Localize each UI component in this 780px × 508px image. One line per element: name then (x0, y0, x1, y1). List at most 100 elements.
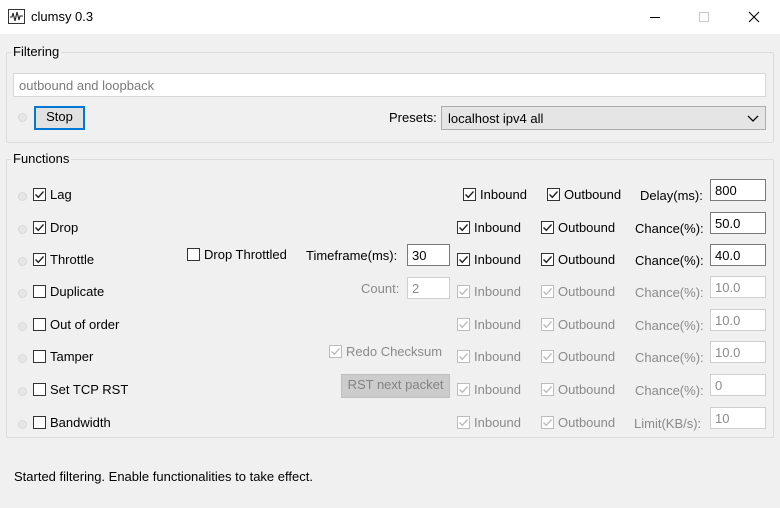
param-input[interactable]: 800 (710, 179, 766, 201)
outbound-label: Outbound (558, 220, 616, 235)
rst-next-packet-button[interactable]: RST next packet (341, 374, 450, 398)
function-enable-checkbox[interactable] (33, 188, 46, 201)
drop-throttled-label: Drop Throttled (204, 247, 287, 262)
filtering-group-title: Filtering (11, 44, 62, 59)
redo-checksum-checkbox[interactable] (329, 345, 342, 358)
checkmark-icon (459, 288, 469, 296)
close-icon (748, 11, 760, 23)
inbound-checkbox[interactable] (457, 318, 470, 331)
count-label: Count: (361, 281, 400, 296)
inbound-label: Inbound (480, 187, 527, 202)
inbound-checkbox[interactable] (457, 350, 470, 363)
close-button[interactable] (731, 0, 777, 34)
outbound-checkbox[interactable] (541, 318, 554, 331)
function-enable-checkbox[interactable] (33, 285, 46, 298)
inbound-checkbox[interactable] (457, 285, 470, 298)
inbound-checkbox[interactable] (463, 188, 476, 201)
function-indicator (18, 289, 27, 298)
checkmark-icon (459, 224, 469, 232)
outbound-label: Outbound (558, 284, 616, 299)
checkmark-icon (459, 419, 469, 427)
checkmark-icon (543, 386, 553, 394)
checkmark-icon (465, 191, 475, 199)
param-input[interactable]: 10 (710, 407, 766, 429)
param-input[interactable]: 50.0 (710, 212, 766, 234)
function-enable-checkbox[interactable] (33, 221, 46, 234)
inbound-label: Inbound (474, 317, 521, 332)
inbound-label: Inbound (474, 382, 521, 397)
presets-selected-value: localhost ipv4 all (448, 111, 544, 126)
checkmark-icon (543, 353, 553, 361)
minimize-button[interactable] (632, 0, 678, 34)
timeframe-input[interactable]: 30 (407, 244, 450, 266)
function-name-label: Tamper (50, 349, 94, 364)
function-indicator (18, 354, 27, 363)
minimize-icon (650, 17, 660, 18)
stop-button[interactable]: Stop (34, 106, 85, 130)
function-name-label: Throttle (50, 252, 95, 267)
drop-throttled-checkbox[interactable] (187, 248, 200, 261)
param-input[interactable]: 10.0 (710, 341, 766, 363)
inbound-checkbox[interactable] (457, 383, 470, 396)
outbound-checkbox[interactable] (541, 416, 554, 429)
inbound-label: Inbound (474, 252, 521, 267)
function-name-label: Duplicate (50, 284, 105, 299)
param-input[interactable]: 40.0 (710, 244, 766, 266)
param-label: Limit(KB/s): (634, 416, 702, 431)
function-enable-checkbox[interactable] (33, 253, 46, 266)
functions-group-title: Functions (11, 151, 72, 166)
param-input[interactable]: 0 (710, 374, 766, 396)
function-enable-checkbox[interactable] (33, 318, 46, 331)
redo-checksum-label: Redo Checksum (346, 344, 443, 359)
waveform-app-icon (8, 9, 25, 24)
count-input[interactable]: 2 (407, 277, 450, 299)
maximize-icon (699, 12, 709, 22)
chevron-down-icon (747, 115, 759, 122)
checkmark-icon (543, 256, 553, 264)
function-indicator (18, 420, 27, 429)
inbound-checkbox[interactable] (457, 253, 470, 266)
function-indicator (18, 322, 27, 331)
function-enable-checkbox[interactable] (33, 350, 46, 363)
function-enable-checkbox[interactable] (33, 416, 46, 429)
outbound-checkbox[interactable] (541, 221, 554, 234)
function-name-label: Out of order (50, 317, 120, 332)
outbound-label: Outbound (558, 252, 616, 267)
function-name-label: Lag (50, 187, 72, 202)
filter-input[interactable]: outbound and loopback (13, 73, 766, 97)
timeframe-label: Timeframe(ms): (306, 248, 398, 263)
function-indicator (18, 225, 27, 234)
param-label: Chance(%): (635, 285, 704, 300)
maximize-button[interactable] (681, 0, 727, 34)
checkmark-icon (331, 348, 341, 356)
outbound-label: Outbound (558, 415, 616, 430)
outbound-label: Outbound (564, 187, 622, 202)
param-label: Chance(%): (635, 221, 704, 236)
function-enable-checkbox[interactable] (33, 383, 46, 396)
outbound-checkbox[interactable] (541, 253, 554, 266)
param-label: Chance(%): (635, 318, 704, 333)
window-title: clumsy 0.3 (31, 9, 94, 24)
inbound-checkbox[interactable] (457, 221, 470, 234)
outbound-checkbox[interactable] (547, 188, 560, 201)
outbound-checkbox[interactable] (541, 350, 554, 363)
param-input[interactable]: 10.0 (710, 309, 766, 331)
checkmark-icon (549, 191, 559, 199)
filter-status-indicator (18, 113, 27, 122)
param-label: Delay(ms): (640, 188, 703, 203)
checkmark-icon (459, 353, 469, 361)
outbound-checkbox[interactable] (541, 285, 554, 298)
checkmark-icon (459, 386, 469, 394)
function-name-label: Bandwidth (50, 415, 111, 430)
param-label: Chance(%): (635, 253, 704, 268)
checkmark-icon (35, 224, 45, 232)
function-indicator (18, 192, 27, 201)
function-indicator (18, 387, 27, 396)
param-input[interactable]: 10.0 (710, 276, 766, 298)
inbound-label: Inbound (474, 349, 521, 364)
outbound-checkbox[interactable] (541, 383, 554, 396)
inbound-label: Inbound (474, 220, 521, 235)
inbound-checkbox[interactable] (457, 416, 470, 429)
presets-select[interactable]: localhost ipv4 all (441, 106, 766, 130)
param-label: Chance(%): (635, 350, 704, 365)
